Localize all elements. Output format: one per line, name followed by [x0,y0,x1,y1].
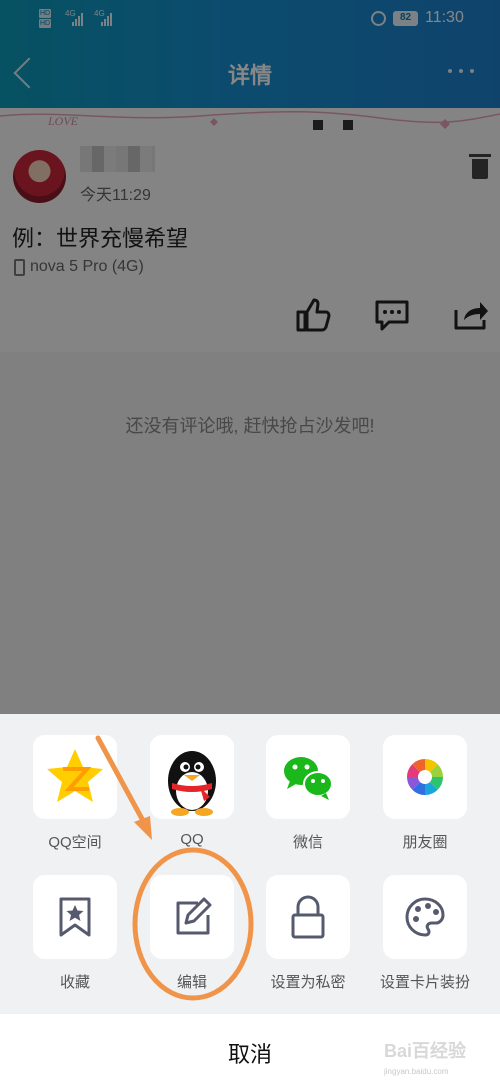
card-decoration-button[interactable] [383,875,467,959]
moments-icon [407,759,443,795]
watermark-text: Bai百经验 [384,1041,467,1061]
lock-icon [291,895,325,939]
qq-penguin-icon [168,751,216,816]
edit-icon [176,897,212,935]
favorite-button[interactable] [33,875,117,959]
wechat-icon [284,757,333,800]
watermark-url: jingyan.baidu.com [384,1067,449,1076]
share-qq-button[interactable] [150,735,234,819]
favorite-label: 收藏 [59,974,90,991]
edit-button[interactable] [150,875,234,959]
qzone-icon [47,749,103,802]
share-wechat-button[interactable] [266,735,350,819]
share-moments-button[interactable] [383,735,467,819]
card-decoration-label: 设置卡片装扮 [379,974,470,991]
baidu-watermark: Bai百经验 jingyan.baidu.com [384,1037,494,1076]
set-private-label: 设置为私密 [270,974,346,991]
share-qzone-label: QQ空间 [48,834,102,851]
share-qq-label: QQ [180,831,204,848]
palette-icon [405,897,445,937]
set-private-button[interactable] [266,875,350,959]
edit-label: 编辑 [176,974,207,991]
share-wechat-label: 微信 [292,834,323,851]
share-qzone-button[interactable] [33,735,117,819]
modal-overlay[interactable] [0,0,500,714]
share-moments-label: 朋友圈 [402,834,448,851]
bookmark-icon [59,897,91,937]
